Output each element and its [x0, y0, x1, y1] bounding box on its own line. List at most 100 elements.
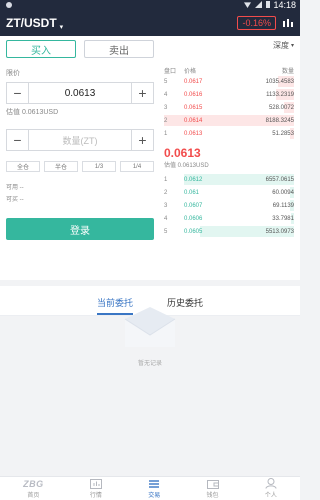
orderbook-header: 盘口 价格 数量	[164, 66, 294, 75]
nav-trade-label: 交易	[148, 493, 161, 499]
ratio-half-button[interactable]: 半仓	[44, 161, 78, 172]
status-icons	[244, 1, 270, 8]
buyable-amount: 可买 --	[6, 197, 24, 203]
nav-trade[interactable]: 交易	[148, 478, 160, 499]
price-type-label[interactable]: 限价	[6, 68, 154, 78]
price-estimate: 估值 0.0613USD	[6, 109, 59, 116]
bid-row[interactable]: 4 0.0606 33.7981	[164, 212, 294, 225]
row-price: 0.0606	[184, 215, 203, 222]
nav-profile[interactable]: 个人	[265, 478, 277, 499]
row-price: 0.0616	[184, 91, 203, 98]
row-level: 5	[164, 228, 168, 235]
depth-label: 深度	[272, 41, 289, 50]
buy-tab[interactable]: 买入	[6, 40, 76, 58]
wifi-icon	[244, 2, 251, 8]
row-amount: 6557.0615	[265, 176, 294, 183]
caret-down-icon: ▾	[59, 23, 64, 31]
ask-list: 5 0.0617 1035.4583 4 0.0616 1133.2319 3 0.0615 5…	[164, 75, 294, 140]
trade-panel: 买入 卖出 限价 − 0.0613 + 估值 0.0613USD − 数量(ZT…	[0, 36, 300, 280]
header-price: 价格	[184, 69, 197, 75]
row-price: 0.061	[184, 189, 200, 196]
amount-plus-button[interactable]: +	[131, 130, 153, 150]
price-change-badge: -0.16%	[237, 16, 276, 30]
bid-list: 1 0.0612 6557.0615 2 0.061 60.0094 3 0.0607 69.1…	[164, 173, 294, 238]
bottom-nav: ZBG 首页 行情 交易 钱包 个人	[0, 476, 300, 500]
pair-name: ZT/USDT	[6, 16, 57, 30]
row-price: 0.0613	[184, 130, 203, 137]
ask-row[interactable]: 5 0.0617 1035.4583	[164, 75, 294, 88]
bid-row[interactable]: 5 0.0605 5513.0973	[164, 225, 294, 238]
header-amount: 数量	[281, 69, 294, 75]
ratio-full-button[interactable]: 全仓	[6, 161, 40, 172]
bid-row[interactable]: 2 0.061 60.0094	[164, 186, 294, 199]
amount-input[interactable]: 数量(ZT)	[29, 134, 131, 147]
status-time: 14:18	[273, 0, 296, 10]
row-amount: 528.0072	[268, 104, 294, 111]
wallet-icon	[206, 479, 219, 489]
nav-home-label: 首页	[27, 493, 40, 499]
notification-icon	[6, 2, 12, 8]
kline-chart-icon[interactable]	[282, 18, 294, 28]
ask-row[interactable]: 4 0.0616 1133.2319	[164, 88, 294, 101]
nav-wallet-label: 钱包	[206, 493, 219, 499]
bid-row[interactable]: 3 0.0607 69.1139	[164, 199, 294, 212]
ratio-third-button[interactable]: 1/3	[82, 161, 116, 172]
row-amount: 5513.0973	[265, 228, 294, 235]
price-minus-button[interactable]: −	[7, 83, 29, 103]
row-amount: 1133.2319	[266, 91, 294, 98]
row-level: 1	[164, 176, 168, 183]
row-price: 0.0617	[184, 78, 203, 85]
last-price: 0.0613	[164, 146, 201, 160]
ask-row[interactable]: 3 0.0615 528.0072	[164, 101, 294, 114]
row-level: 4	[164, 91, 168, 98]
buy-sell-tabs: 买入 卖出	[6, 40, 154, 58]
row-level: 3	[164, 104, 168, 111]
order-book: 深度 ▾ 盘口 价格 数量 5 0.0617 1035.4583 4 0.0616 113…	[160, 36, 300, 280]
empty-envelope-icon	[123, 305, 177, 354]
sell-tab[interactable]: 卖出	[84, 40, 154, 58]
price-stepper: − 0.0613 +	[6, 82, 154, 104]
row-level: 3	[164, 202, 168, 209]
caret-down-icon: ▾	[290, 43, 294, 49]
amount-minus-button[interactable]: −	[7, 130, 29, 150]
row-amount: 8188.3245	[265, 117, 294, 124]
row-amount: 33.7981	[272, 215, 294, 222]
header-level: 盘口	[164, 69, 177, 75]
row-price: 0.0612	[184, 176, 203, 183]
nav-home[interactable]: ZBG 首页	[23, 478, 44, 500]
row-level: 2	[164, 189, 168, 196]
amount-stepper: − 数量(ZT) +	[6, 129, 154, 151]
login-button[interactable]: 登录	[6, 218, 154, 240]
row-amount: 60.0094	[272, 189, 294, 196]
row-amount: 51.2853	[272, 130, 294, 137]
row-price: 0.0614	[184, 117, 203, 124]
empty-text: 暂无记录	[137, 361, 162, 367]
row-amount: 1035.4583	[265, 78, 294, 85]
row-price: 0.0605	[184, 228, 203, 235]
order-form: 买入 卖出 限价 − 0.0613 + 估值 0.0613USD − 数量(ZT…	[0, 36, 160, 280]
nav-profile-label: 个人	[264, 493, 277, 499]
last-price-estimate: 估值 0.0613USD	[164, 163, 209, 169]
price-input[interactable]: 0.0613	[29, 88, 131, 99]
row-amount: 69.1139	[272, 202, 294, 209]
row-price: 0.0615	[184, 104, 203, 111]
ratio-quarter-button[interactable]: 1/4	[120, 161, 154, 172]
row-level: 2	[164, 117, 168, 124]
nav-market-label: 行情	[89, 493, 102, 499]
status-bar: 14:18	[0, 0, 300, 10]
trade-list-icon	[149, 479, 160, 488]
ask-row[interactable]: 2 0.0614 8188.3245	[164, 114, 294, 127]
row-level: 4	[164, 215, 168, 222]
battery-icon	[266, 1, 270, 8]
depth-selector[interactable]: 深度 ▾	[273, 40, 294, 51]
price-plus-button[interactable]: +	[131, 83, 153, 103]
available-balance: 可用 --	[6, 185, 24, 191]
signal-icon	[255, 1, 262, 8]
user-icon	[265, 478, 277, 489]
nav-market[interactable]: 行情	[89, 478, 102, 499]
bid-row[interactable]: 1 0.0612 6557.0615	[164, 173, 294, 186]
empty-state: 暂无记录	[0, 305, 300, 367]
nav-wallet[interactable]: 钱包	[206, 478, 219, 499]
pair-selector[interactable]: ZT/USDT ▾	[6, 16, 63, 31]
ask-row[interactable]: 1 0.0613 51.2853	[164, 127, 294, 140]
